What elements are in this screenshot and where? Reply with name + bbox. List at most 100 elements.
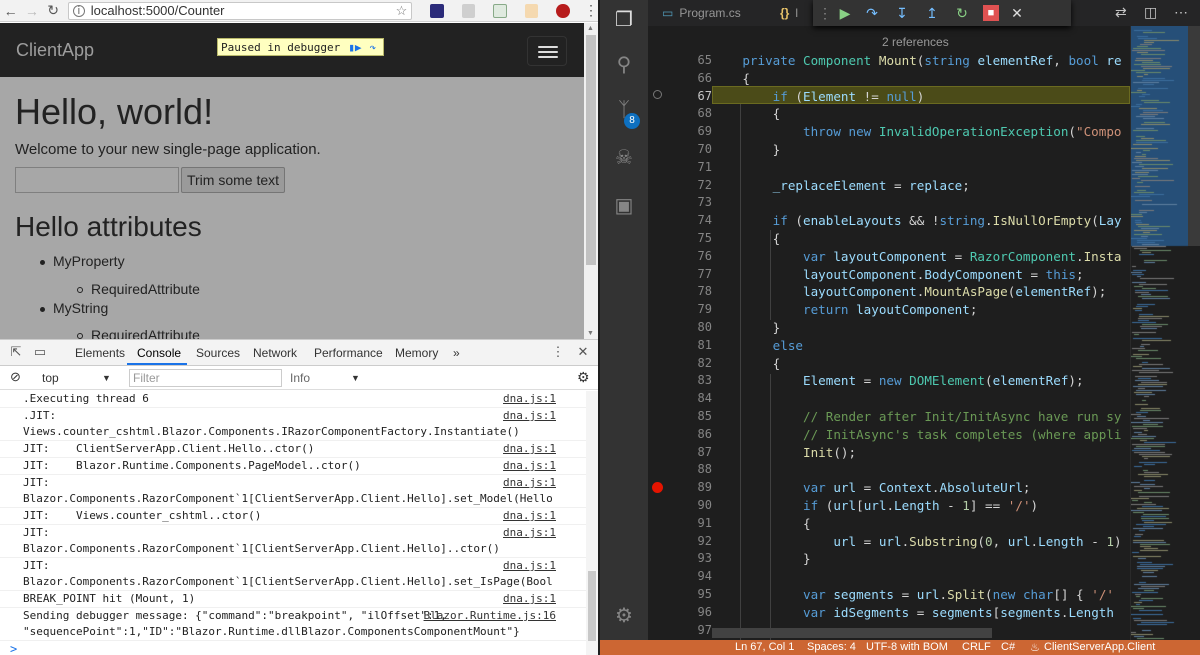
code-line[interactable]: { [712,515,811,533]
restart-icon[interactable]: ↻ [954,3,970,23]
close-toolbar-icon[interactable]: ✕ [1009,3,1025,23]
project-name[interactable]: ClientServerApp.Client [1044,641,1155,653]
code-line[interactable]: url = url.Substring(0, url.Length - 1) [712,533,1121,551]
extension-icon[interactable] [461,3,476,18]
clear-console-icon[interactable]: ⊘ [10,369,21,385]
navbar-brand[interactable]: ClientApp [16,40,94,61]
stop-icon[interactable]: ■ [983,5,999,21]
console-filter-input[interactable]: Filter [129,369,282,387]
device-toolbar-icon[interactable]: ▭ [33,345,47,359]
tab-memory[interactable]: Memory [395,346,438,360]
console-source-link[interactable]: dna.js:1 [503,458,556,474]
browser-menu-icon[interactable]: ⋮ [584,2,598,19]
split-editor-icon[interactable]: ◫ [1144,4,1157,21]
close-devtools-icon[interactable]: ✕ [576,345,590,359]
console-source-link[interactable]: dna.js:1 [503,391,556,407]
console-source-link[interactable]: Blazor.Runtime.js:16 [424,608,556,624]
line-ending[interactable]: CRLF [962,641,991,653]
codelens-references[interactable]: 2 references [882,35,949,49]
search-icon[interactable]: ⚲ [612,53,636,77]
minimap[interactable] [1130,26,1189,640]
step-over-icon[interactable]: ↷ [369,41,376,54]
console-source-link[interactable]: dna.js:1 [503,408,556,424]
explorer-icon[interactable]: ❐ [612,8,636,32]
console-source-link[interactable]: dna.js:1 [503,558,556,574]
devtools-menu-icon[interactable]: ⋮ [551,345,565,359]
console-source-link[interactable]: dna.js:1 [503,441,556,457]
context-select[interactable]: top [42,371,59,385]
console-source-link[interactable]: dna.js:1 [503,475,556,491]
tab-second-file[interactable]: {} l [780,0,798,26]
code-line[interactable]: throw new InvalidOperationException("Com… [712,123,1122,141]
console-settings-gear-icon[interactable]: ⚙ [577,369,590,386]
language-mode[interactable]: C# [1001,641,1015,653]
code-line[interactable]: var segments = url.Split(new char[] { '/… [712,586,1114,604]
console-source-link[interactable]: dna.js:1 [503,508,556,524]
horizontal-scrollbar[interactable] [712,628,992,638]
code-line[interactable]: { [712,70,750,88]
encoding[interactable]: UTF-8 with BOM [866,641,948,653]
code-line[interactable]: private Component Mount(string elementRe… [712,52,1121,70]
code-line[interactable]: else [712,337,803,355]
console-scrollbar[interactable] [586,391,598,655]
code-editor[interactable]: 2 references private Component Mount(str… [712,26,1132,640]
tab-network[interactable]: Network [253,346,297,360]
code-line[interactable]: layoutComponent.BodyComponent = this; [712,266,1084,284]
console-source-link[interactable]: dna.js:1 [503,525,556,541]
tab-elements[interactable]: Elements [75,346,125,360]
tab-program-cs[interactable]: ▭ Program.cs [662,0,741,26]
code-line[interactable]: { [712,355,781,373]
step-over-icon[interactable]: ↷ [864,3,880,23]
code-line[interactable]: var url = Context.AbsoluteUrl; [712,479,1031,497]
context-dropdown-icon[interactable]: ▼ [102,373,111,383]
debug-icon[interactable]: ☠ [612,146,636,170]
code-line[interactable]: if (enableLayouts && !string.IsNullOrEmp… [712,212,1122,230]
code-line[interactable]: var layoutComponent = RazorComponent.Ins… [712,248,1122,266]
console-prompt[interactable]: > [10,642,17,655]
code-line[interactable]: Init(); [712,444,856,462]
extension-icon[interactable] [524,3,539,18]
trim-text-input[interactable] [15,167,179,193]
code-line[interactable]: } [712,319,781,337]
extensions-icon[interactable]: ▣ [612,194,636,218]
code-line[interactable]: // Render after Init/InitAsync have run … [712,408,1121,426]
code-line[interactable]: var idSegments = segments[segments.Lengt… [712,604,1114,622]
extension-icon[interactable] [493,3,507,18]
log-level-select[interactable]: Info [290,371,310,385]
indentation[interactable]: Spaces: 4 [807,641,856,653]
code-line[interactable]: if (Element != null) [712,88,925,106]
menu-toggle-button[interactable] [527,36,567,66]
ublock-icon[interactable] [556,3,570,18]
console-source-link[interactable]: dna.js:1 [503,591,556,607]
forward-icon[interactable]: → [21,3,42,19]
log-level-dropdown-icon[interactable]: ▼ [351,373,360,383]
trim-button[interactable]: Trim some text [181,167,285,193]
code-line[interactable]: // InitAsync's task completes (where app… [712,426,1121,444]
reload-icon[interactable]: ↻ [43,2,64,19]
code-line[interactable]: _replaceElement = replace; [712,177,970,195]
more-actions-icon[interactable]: ⋯ [1174,4,1188,21]
code-line[interactable]: } [712,141,781,159]
info-icon[interactable]: i [72,4,85,17]
bookmark-star-icon[interactable]: ☆ [396,3,408,19]
code-line[interactable]: } [712,550,811,568]
extension-icon[interactable] [430,3,444,18]
address-bar[interactable]: i localhost:5000/Counter ☆ [67,1,413,20]
inspect-element-icon[interactable]: ⇱ [9,345,23,359]
resume-icon[interactable]: ▮▶ [348,41,361,54]
tab-sources[interactable]: Sources [196,346,240,360]
tab-performance[interactable]: Performance [314,346,383,360]
step-into-icon[interactable]: ↧ [894,3,910,23]
continue-icon[interactable]: ▶ [837,3,853,23]
code-line[interactable]: return layoutComponent; [712,301,977,319]
code-line[interactable]: Element = new DOMElement(elementRef); [712,372,1084,390]
code-line[interactable]: if (url[url.Length - 1] == '/') [712,497,1038,515]
page-scrollbar[interactable]: ▲ ▼ [584,23,598,339]
code-line[interactable]: layoutComponent.MountAsPage(elementRef); [712,283,1106,301]
settings-gear-icon[interactable]: ⚙ [612,604,636,628]
cursor-position[interactable]: Ln 67, Col 1 [735,641,794,653]
open-changes-icon[interactable]: ⇄ [1115,4,1127,21]
step-out-icon[interactable]: ↥ [924,3,940,23]
code-line[interactable]: { [712,230,781,248]
back-icon[interactable]: ← [0,3,21,19]
